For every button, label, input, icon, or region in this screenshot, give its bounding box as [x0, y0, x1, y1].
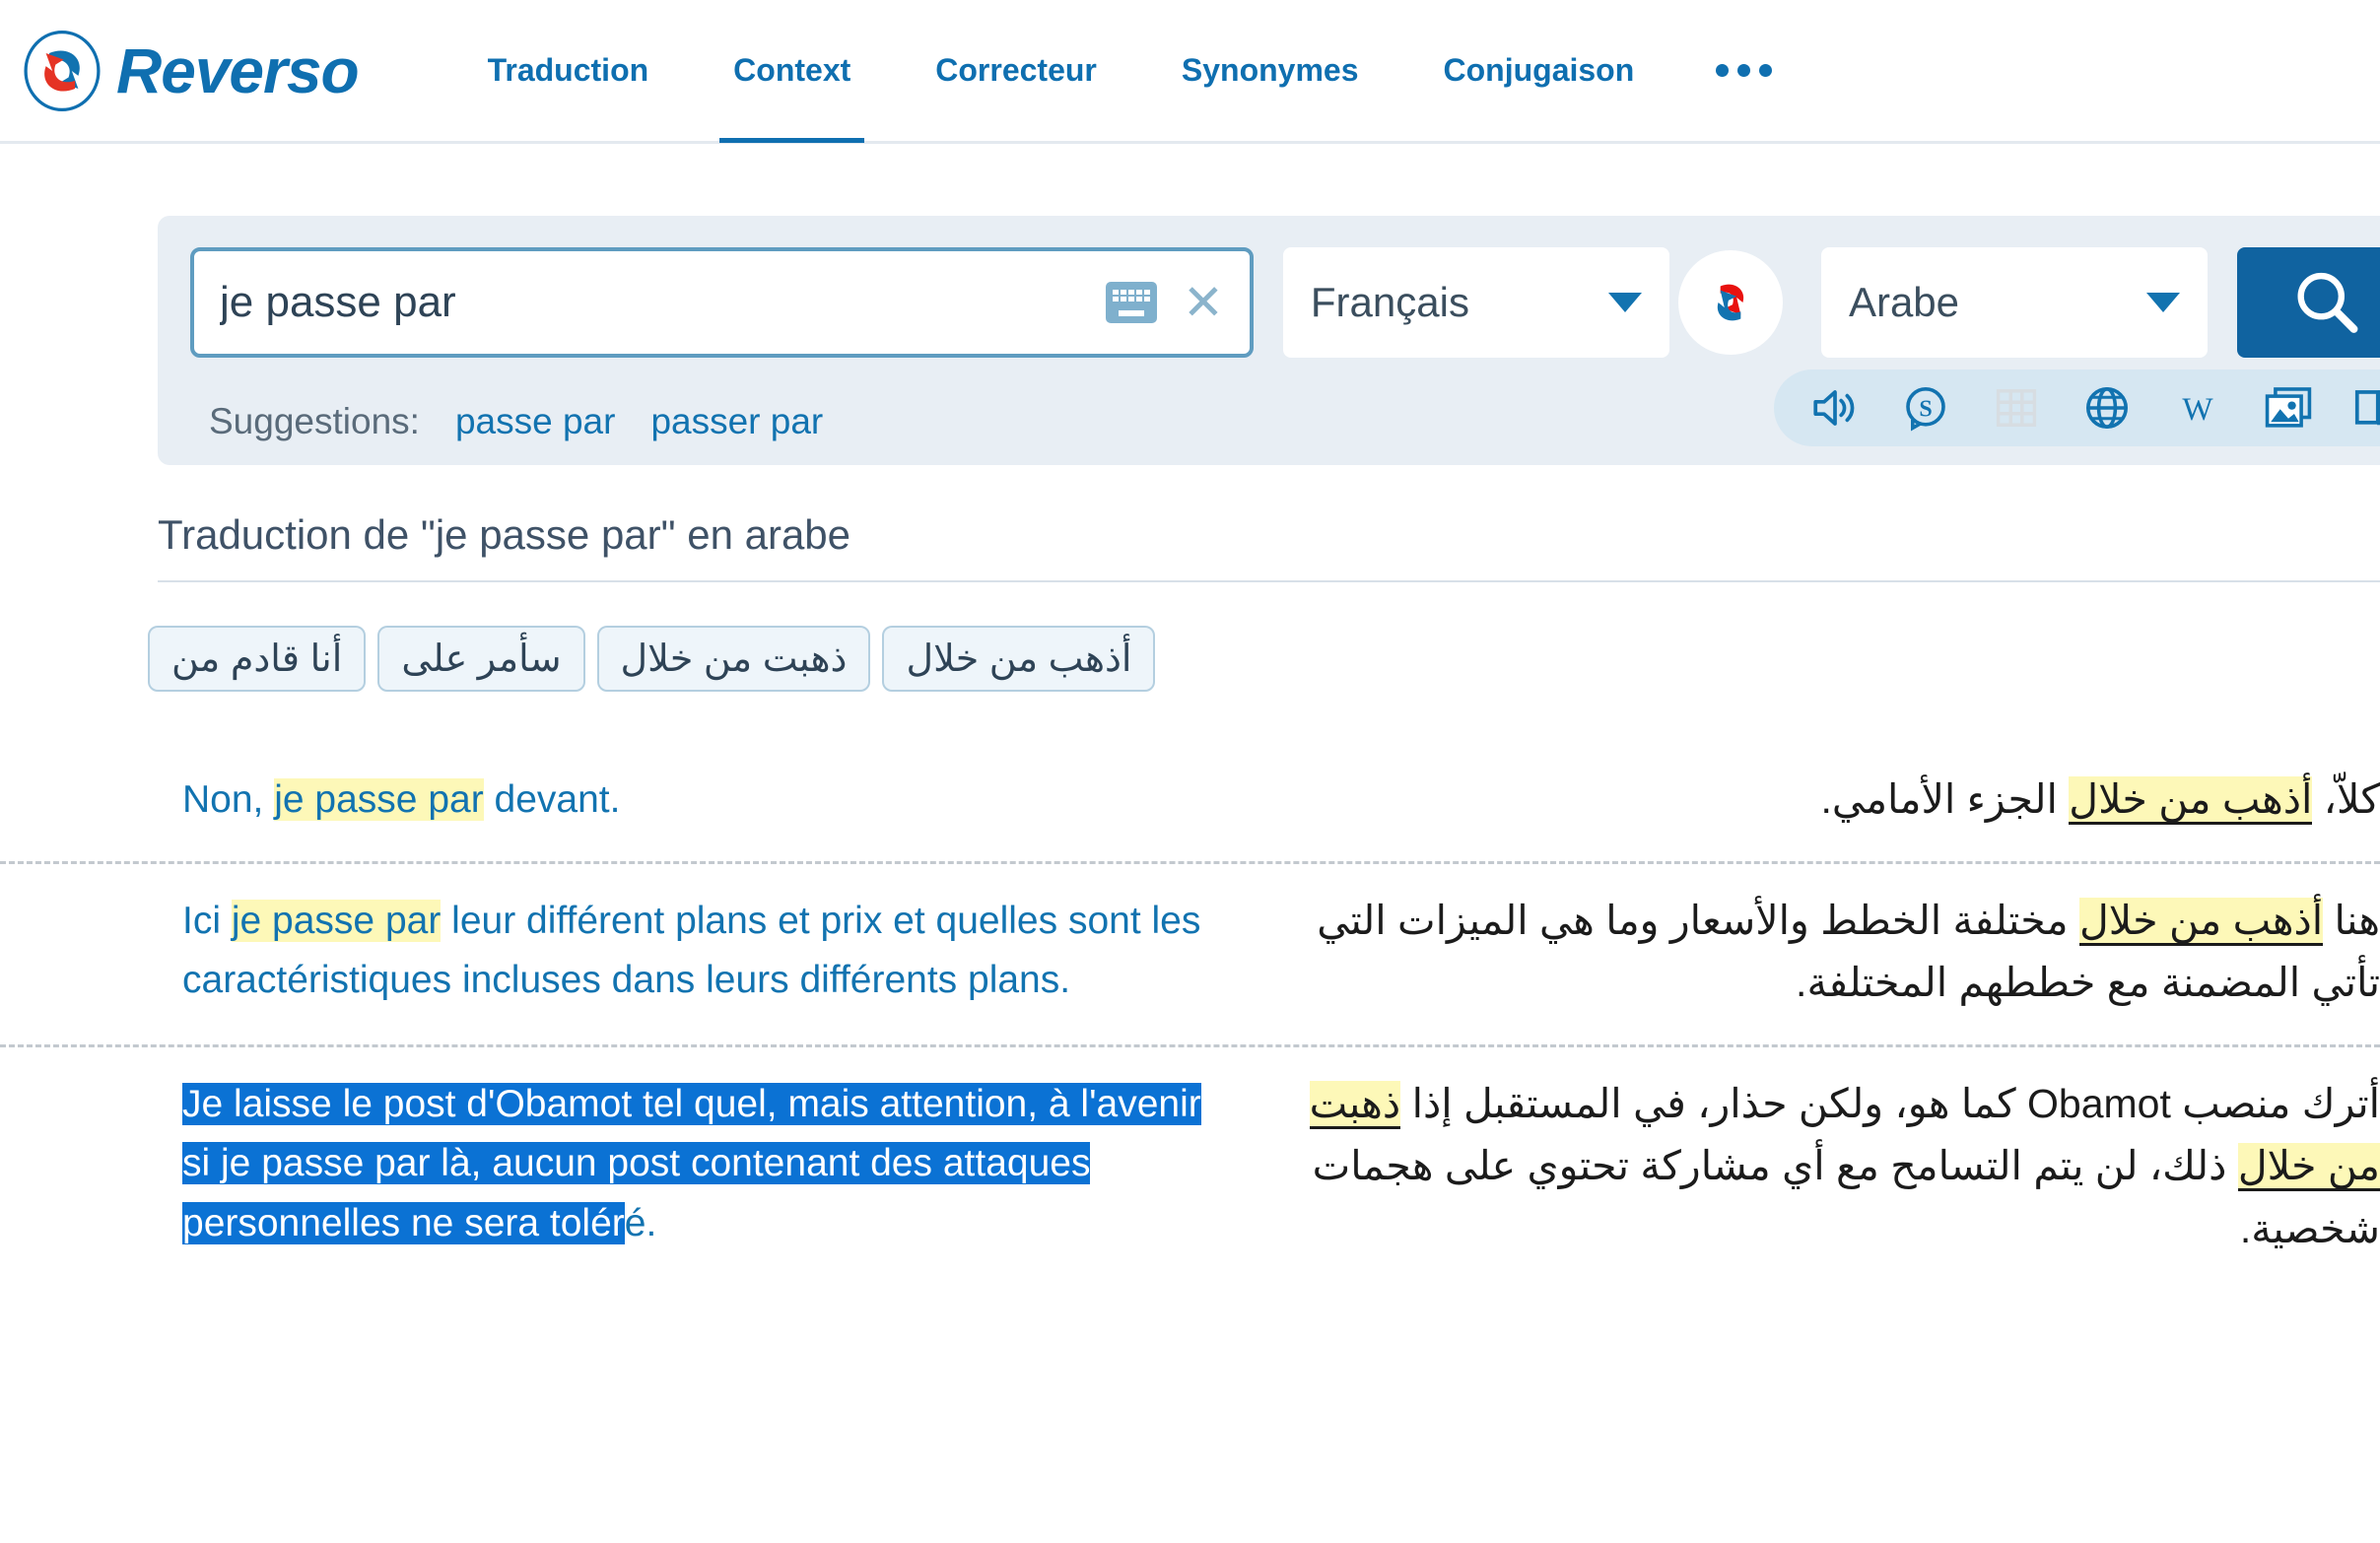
result-header: Traduction de "je passe par" en arabe [158, 510, 2380, 582]
chevron-down-icon [1607, 293, 1642, 312]
suggestion-passer-par[interactable]: passer par [650, 401, 823, 442]
example-target: هنا أذهب من خلال مختلفة الخطط والأسعار و… [1261, 864, 2380, 1044]
query-highlight: je passe par [274, 778, 484, 821]
virtual-keyboard-icon[interactable] [1105, 282, 1157, 323]
example-source: Ici je passe par leur différent plans et… [0, 864, 1261, 1044]
ellipsis-icon[interactable] [1676, 64, 1811, 77]
text-fragment: هنا [2323, 897, 2380, 943]
example-target-text: كلاّ، أذهب من خلال الجزء الأمامي. [1291, 769, 2380, 832]
text-fragment: أترك منصب Obamot كما هو، ولكن حذار، في ا… [1400, 1080, 2380, 1126]
query-highlight: je passe par [231, 899, 442, 942]
suggestion-passe-par[interactable]: passe par [455, 401, 616, 442]
example-source: Non, je passe par devant. [0, 743, 1261, 861]
nav-item-context[interactable]: Context [691, 0, 893, 143]
swap-languages-icon[interactable] [1677, 250, 1783, 355]
text-fragment: devant. [483, 778, 621, 821]
example-row[interactable]: Non, je passe par devant. كلاّ، أذهب من … [0, 743, 2380, 861]
text-fragment: Ici [182, 899, 232, 942]
text-fragment: الجزء الأمامي. [1820, 776, 2070, 822]
images-icon[interactable] [2263, 385, 2314, 431]
suggestions-row: Suggestions: passe par passer par S W [158, 358, 2380, 460]
text-fragment: é. [624, 1202, 657, 1245]
text-selection: Je laisse le post d'Obamot tel quel, mai… [182, 1082, 1201, 1245]
example-target-text: هنا أذهب من خلال مختلفة الخطط والأسعار و… [1291, 890, 2380, 1015]
search-input-container[interactable]: ✕ [190, 247, 1254, 358]
translation-chips: أذهب من خلال ذهبت من خلال سأمر على أنا ق… [0, 626, 1326, 692]
close-icon[interactable]: ✕ [1183, 278, 1224, 327]
search-row: ✕ Français Arabe [158, 247, 2380, 358]
globe-icon[interactable] [2081, 384, 2133, 432]
example-row[interactable]: Ici je passe par leur différent plans et… [0, 860, 2380, 1044]
text-fragment: كلاّ، [2312, 776, 2380, 822]
nav-item-correcteur[interactable]: Correcteur [893, 0, 1139, 143]
nav-item-synonymes[interactable]: Synonymes [1139, 0, 1401, 143]
examples-list: Non, je passe par devant. كلاّ، أذهب من … [0, 743, 2380, 1290]
example-target: أترك منصب Obamot كما هو، ولكن حذار، في ا… [1261, 1047, 2380, 1291]
nav-item-traduction[interactable]: Traduction [445, 0, 692, 143]
example-row[interactable]: Je laisse le post d'Obamot tel quel, mai… [0, 1043, 2380, 1291]
logo-text: Reverso [116, 34, 360, 106]
reverso-circular-arrows-logo-icon [22, 30, 102, 111]
dictionary-book-icon[interactable] [2353, 387, 2380, 429]
source-language-select[interactable]: Français [1282, 247, 1669, 358]
target-language-select[interactable]: Arabe [1820, 247, 2208, 358]
svg-text:W: W [2182, 392, 2213, 428]
example-source-text: Je laisse le post d'Obamot tel quel, mai… [182, 1075, 1202, 1254]
nav-item-conjugaison[interactable]: Conjugaison [1401, 0, 1677, 143]
translation-highlight: أذهب من خلال [2069, 776, 2313, 825]
search-input[interactable] [220, 278, 1106, 327]
site-header: Reverso Traduction Context Correcteur Sy… [0, 0, 2380, 144]
translation-chip[interactable]: ذهبت من خلال [596, 626, 871, 692]
example-target-text: أترك منصب Obamot كما هو، ولكن حذار، في ا… [1291, 1073, 2380, 1261]
translation-chip[interactable]: أنا قادم من [148, 626, 367, 692]
target-language-value: Arabe [1848, 279, 1960, 325]
wikipedia-icon[interactable]: W [2172, 387, 2223, 429]
example-source: Je laisse le post d'Obamot tel quel, mai… [0, 1047, 1261, 1291]
text-fragment: Non, [182, 778, 275, 821]
text-fragment: ذلك، لن يتم التسامح مع أي مشاركة تحتوي ع… [1312, 1143, 2380, 1251]
chevron-down-icon [2145, 293, 2180, 312]
example-target: كلاّ، أذهب من خلال الجزء الأمامي. [1261, 743, 2380, 861]
search-panel: ✕ Français Arabe Suggestions: passe par … [158, 216, 2380, 465]
page-title: Traduction de "je passe par" en arabe [158, 510, 851, 558]
tool-icon-bar: S W [1774, 369, 2380, 446]
source-language-value: Français [1310, 279, 1469, 325]
search-button[interactable] [2236, 247, 2380, 358]
synonyms-icon[interactable]: S [1900, 384, 1951, 432]
translation-highlight: أذهب من خلال [2079, 897, 2324, 946]
suggestions-label: Suggestions: [209, 401, 420, 441]
main-nav: Traduction Context Correcteur Synonymes … [445, 0, 1812, 143]
svg-text:S: S [1919, 396, 1932, 422]
pronounce-icon[interactable] [1809, 387, 1861, 429]
example-source-text: Ici je passe par leur différent plans et… [182, 892, 1202, 1012]
logo[interactable]: Reverso [22, 30, 360, 111]
example-source-text: Non, je passe par devant. [182, 771, 1202, 831]
translation-chip[interactable]: سأمر على [377, 626, 585, 692]
conjugation-table-icon[interactable] [1991, 385, 2042, 431]
translation-chip[interactable]: أذهب من خلال [882, 626, 1156, 692]
